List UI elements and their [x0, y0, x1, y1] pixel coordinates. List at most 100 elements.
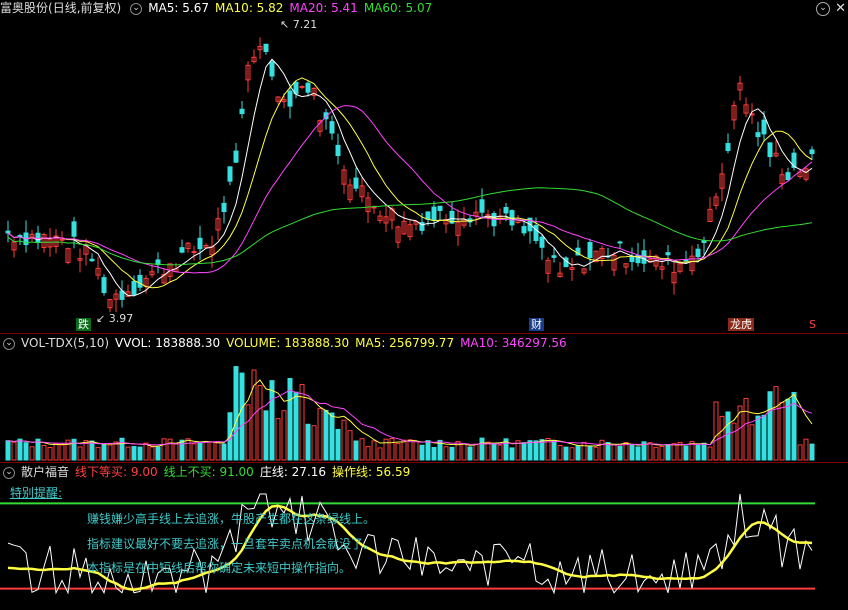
volume-bar	[683, 445, 689, 461]
candle-body	[239, 108, 245, 115]
volume-bar	[491, 443, 497, 461]
volume-readout: VOLUME: 183888.30	[226, 336, 350, 350]
volume-bar	[101, 444, 107, 461]
volume-bar	[347, 430, 353, 461]
volume-bar	[29, 446, 35, 461]
volume-bar	[419, 444, 425, 461]
volume-bar	[371, 440, 377, 461]
marker-s[interactable]: S	[807, 318, 818, 331]
volume-bar	[743, 397, 749, 461]
candle-body	[503, 206, 509, 214]
vol-ma5-readout: MA5: 256799.77	[355, 336, 455, 350]
price-chart[interactable]: ↖ 7.21 ↙ 3.97	[0, 14, 848, 334]
volume-bar	[551, 440, 557, 461]
volume-bar	[173, 443, 179, 461]
marker-finance[interactable]: 财	[529, 318, 544, 331]
candle-body	[197, 237, 203, 250]
volume-bar	[785, 398, 791, 461]
marker-fall[interactable]: 跌	[76, 318, 91, 331]
candle-body	[329, 121, 335, 134]
volume-bar	[755, 415, 761, 461]
volume-bar	[17, 438, 23, 461]
ma60-readout: MA60: 5.07	[363, 1, 433, 15]
volume-bar	[353, 440, 359, 461]
retail-indicator-name[interactable]: 散户福音	[21, 465, 69, 479]
candle-body	[755, 132, 761, 138]
volume-bar	[113, 441, 119, 461]
volume-bar	[401, 439, 407, 461]
dealer-readout: 庄线: 27.16	[259, 465, 327, 479]
candle-body	[17, 235, 23, 238]
volume-bar	[107, 444, 113, 461]
volume-bar	[77, 446, 83, 461]
volume-bar	[305, 423, 311, 461]
volume-bar	[527, 440, 533, 461]
volume-indicator-name[interactable]: VOL-TDX(5,10)	[21, 336, 109, 350]
retail-indicator-toggle-icon[interactable]: ⌄	[3, 466, 15, 479]
volume-bar	[665, 443, 671, 461]
volume-bar	[125, 446, 131, 461]
candle-body	[767, 142, 773, 158]
indicator-toggle-icon[interactable]: ⌄	[130, 2, 143, 15]
candle-body	[665, 252, 671, 256]
candle-body	[101, 277, 107, 293]
volume-bar	[149, 446, 155, 461]
candle-body	[551, 255, 557, 258]
volume-bar	[767, 391, 773, 461]
candle-body	[59, 238, 65, 241]
volume-bar	[317, 408, 323, 461]
tip-line-3: 本指标是在中短线后帮你确定未来短中操作指向。	[87, 561, 352, 575]
volume-bar	[263, 410, 269, 461]
volume-bar	[473, 443, 479, 461]
volume-bar	[59, 444, 65, 461]
volume-bar	[389, 438, 395, 461]
volume-bar	[299, 384, 305, 461]
volume-bar	[809, 443, 815, 461]
volume-bar	[191, 443, 197, 461]
candle-body	[263, 43, 269, 52]
candle-body	[437, 205, 443, 212]
volume-bar	[167, 438, 173, 461]
volume-chart[interactable]	[0, 352, 848, 462]
volume-bar	[41, 444, 47, 461]
marker-dragon-tiger[interactable]: 龙虎	[728, 318, 754, 331]
volume-bar	[143, 442, 149, 461]
volume-bar	[395, 443, 401, 461]
volume-bar	[215, 442, 221, 461]
candle-body	[353, 177, 359, 189]
volume-bar	[425, 440, 431, 461]
candle-body	[809, 149, 815, 155]
tip-line-1: 赚钱嫌少高手线上去追涨，牛股产生都在这条绿线上。	[87, 512, 376, 526]
candle-body	[5, 230, 11, 234]
tip-line-2: 指标建议最好不要去追涨，一旦套牢卖点机会就没了。	[87, 537, 376, 551]
volume-bar	[803, 438, 809, 461]
volume-indicator-toggle-icon[interactable]: ⌄	[3, 337, 15, 350]
volume-bar	[71, 438, 77, 461]
volume-bar	[431, 446, 437, 461]
volume-bar	[365, 446, 371, 461]
candle-body	[305, 82, 311, 93]
vvol-readout: VVOL: 183888.30	[115, 336, 221, 350]
volume-bar	[359, 438, 365, 461]
volume-bar	[449, 446, 455, 461]
volume-bar	[479, 437, 485, 461]
low-price-label: ↙ 3.97	[96, 312, 133, 325]
candle-body	[227, 166, 233, 182]
volume-bar	[119, 437, 125, 461]
line-up-readout: 线上不买: 91.00	[163, 465, 254, 479]
volume-bar	[11, 441, 17, 461]
volume-bar	[377, 447, 383, 461]
volume-bar	[185, 438, 191, 461]
volume-bar	[47, 446, 53, 461]
vol-ma5-line	[7, 379, 813, 447]
candle-body	[131, 280, 137, 295]
volume-bar	[497, 444, 503, 461]
volume-bar	[599, 439, 605, 461]
volume-bar	[407, 439, 413, 461]
candle-body	[221, 202, 227, 213]
volume-bar	[731, 422, 737, 461]
candle-body	[287, 90, 293, 107]
volume-bar	[239, 372, 245, 461]
volume-bar	[443, 446, 449, 461]
volume-bar	[203, 441, 209, 461]
